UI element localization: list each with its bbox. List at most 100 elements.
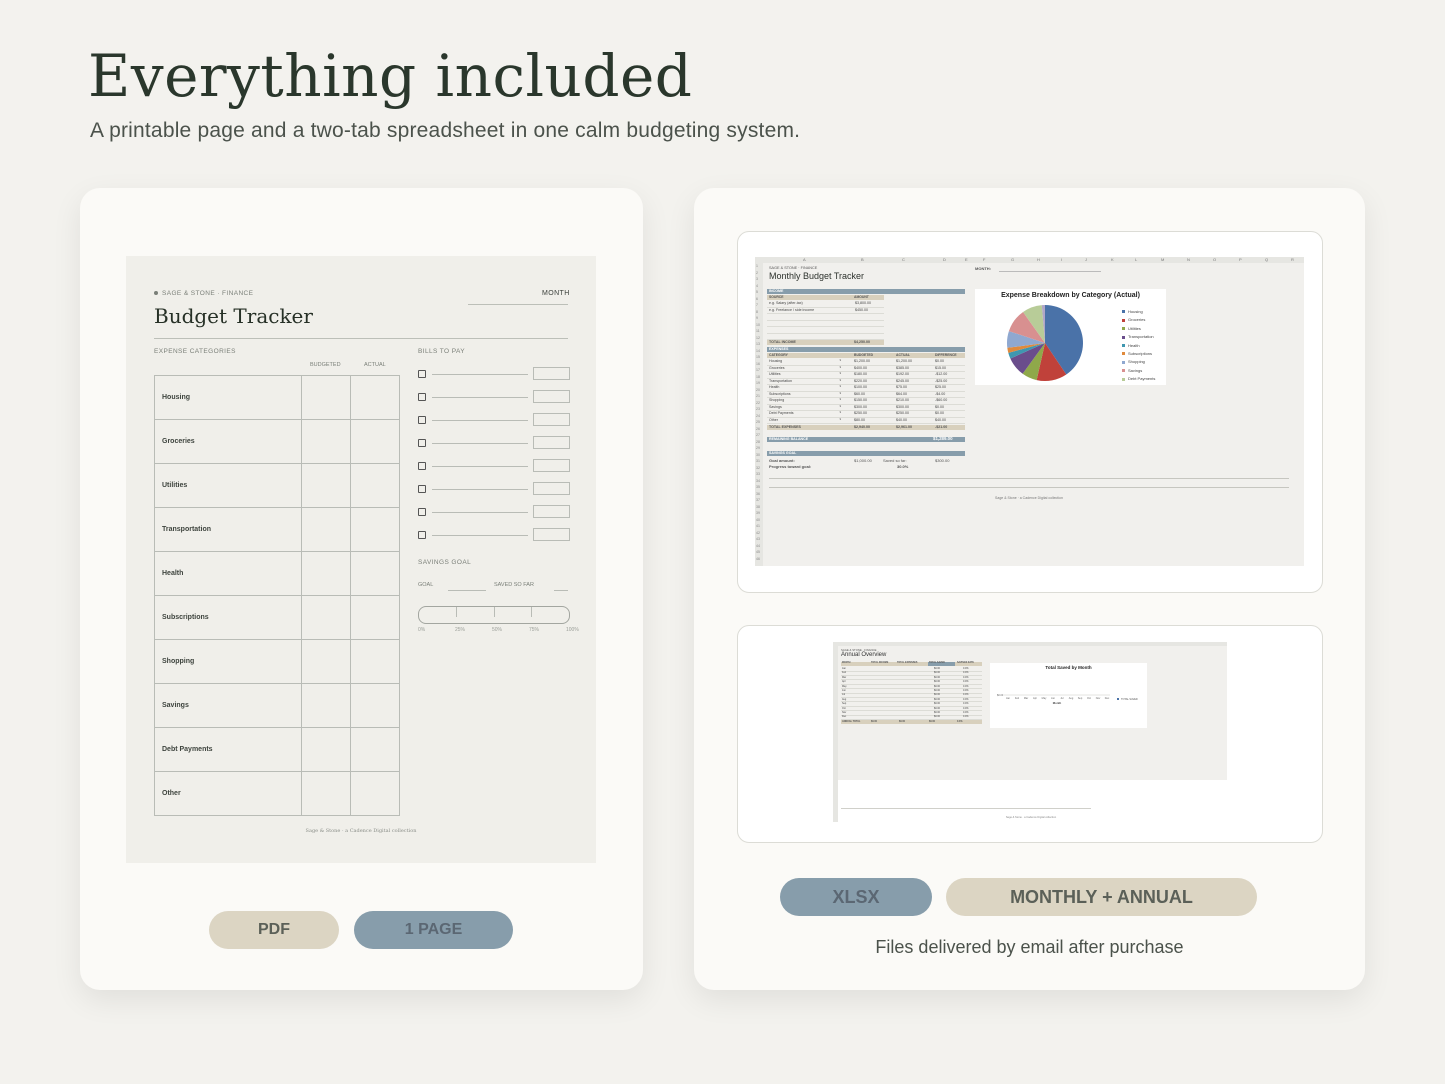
dropdown-arrow-icon[interactable]: ▼	[839, 411, 841, 414]
dropdown-arrow-icon[interactable]: ▼	[839, 392, 841, 395]
bill-amount-box[interactable]	[533, 482, 570, 495]
col-budgeted: BUDGETED	[310, 362, 341, 368]
column-letter: H	[1037, 257, 1040, 262]
bill-name-line[interactable]	[432, 512, 528, 513]
bill-amount-box[interactable]	[533, 390, 570, 403]
bill-checkbox[interactable]	[418, 370, 426, 378]
expense-category[interactable]: Utilities	[769, 372, 781, 376]
bill-name-line[interactable]	[432, 397, 528, 398]
budgeted-cell[interactable]	[301, 463, 351, 508]
expense-actual[interactable]: $300.00	[896, 405, 909, 409]
dropdown-arrow-icon[interactable]: ▼	[839, 418, 841, 421]
progress-tick-label: 100%	[566, 627, 579, 633]
expense-actual[interactable]: $192.00	[896, 372, 909, 376]
actual-cell[interactable]	[350, 595, 400, 640]
income-amount[interactable]: $450.00	[855, 308, 868, 312]
income-col-header: AMOUNT	[854, 295, 869, 299]
expense-budgeted[interactable]: $220.00	[854, 379, 867, 383]
income-amount[interactable]: $3,800.00	[855, 301, 871, 305]
annual-saved: $0.00	[934, 711, 940, 714]
budgeted-cell[interactable]	[301, 639, 351, 684]
dropdown-arrow-icon[interactable]: ▼	[839, 379, 841, 382]
bill-amount-box[interactable]	[533, 528, 570, 541]
expense-category[interactable]: Debt Payments	[769, 411, 794, 415]
budgeted-cell[interactable]	[301, 595, 351, 640]
expense-actual[interactable]: $245.00	[896, 379, 909, 383]
expense-category[interactable]: Savings	[769, 405, 782, 409]
legend-swatch	[1117, 698, 1119, 700]
expense-budgeted[interactable]: $400.00	[854, 366, 867, 370]
budgeted-cell[interactable]	[301, 683, 351, 728]
expense-actual[interactable]: $385.00	[896, 366, 909, 370]
dropdown-arrow-icon[interactable]: ▼	[839, 366, 841, 369]
expense-actual[interactable]: $40.00	[896, 418, 907, 422]
actual-cell[interactable]	[350, 551, 400, 596]
budgeted-cell[interactable]	[301, 727, 351, 772]
bill-name-line[interactable]	[432, 489, 528, 490]
expense-category[interactable]: Health	[769, 385, 779, 389]
expense-budgeted[interactable]: $100.00	[854, 385, 867, 389]
income-source[interactable]: e.g. Freelance / side income	[769, 308, 814, 312]
expense-category[interactable]: Other	[769, 418, 778, 422]
bill-checkbox[interactable]	[418, 462, 426, 470]
expense-budgeted[interactable]: $60.00	[854, 392, 865, 396]
bill-checkbox[interactable]	[418, 416, 426, 424]
x-tick-label: Feb	[1015, 697, 1020, 700]
expense-category[interactable]: Shopping	[769, 398, 784, 402]
bill-checkbox[interactable]	[418, 531, 426, 539]
expense-actual[interactable]: $250.00	[896, 411, 909, 415]
actual-cell[interactable]	[350, 419, 400, 464]
bill-checkbox[interactable]	[418, 393, 426, 401]
bill-checkbox[interactable]	[418, 508, 426, 516]
bill-name-line[interactable]	[432, 535, 528, 536]
expense-category[interactable]: Groceries	[769, 366, 785, 370]
annual-col-header: TOTAL INCOME	[871, 662, 889, 664]
expense-actual[interactable]: $210.00	[896, 398, 909, 402]
dropdown-arrow-icon[interactable]: ▼	[839, 405, 841, 408]
expense-category[interactable]: Transportation	[769, 379, 792, 383]
expense-budgeted[interactable]: $1,200.00	[854, 359, 870, 363]
bill-name-line[interactable]	[432, 443, 528, 444]
actual-cell[interactable]	[350, 463, 400, 508]
bill-amount-box[interactable]	[533, 459, 570, 472]
actual-cell[interactable]	[350, 727, 400, 772]
column-letter: M	[1161, 257, 1165, 262]
legend-label: Housing	[1128, 309, 1143, 314]
bill-name-line[interactable]	[432, 420, 528, 421]
annual-total-rate: 0.0%	[957, 720, 963, 723]
bill-amount-box[interactable]	[533, 367, 570, 380]
expense-actual[interactable]: $1,200.00	[896, 359, 912, 363]
bill-amount-box[interactable]	[533, 413, 570, 426]
bill-name-line[interactable]	[432, 466, 528, 467]
dropdown-arrow-icon[interactable]: ▼	[839, 372, 841, 375]
actual-cell[interactable]	[350, 683, 400, 728]
expense-budgeted[interactable]: $180.00	[854, 372, 867, 376]
bill-amount-box[interactable]	[533, 505, 570, 518]
actual-cell[interactable]	[350, 771, 400, 816]
budgeted-cell[interactable]	[301, 771, 351, 816]
bill-name-line[interactable]	[432, 374, 528, 375]
budgeted-cell[interactable]	[301, 375, 351, 420]
actual-cell[interactable]	[350, 507, 400, 552]
dropdown-arrow-icon[interactable]: ▼	[839, 359, 841, 362]
budgeted-cell[interactable]	[301, 419, 351, 464]
progress-tick-label: 25%	[455, 627, 466, 633]
bill-amount-box[interactable]	[533, 436, 570, 449]
expense-budgeted[interactable]: $80.00	[854, 418, 865, 422]
expense-actual[interactable]: $64.00	[896, 392, 907, 396]
expense-actual[interactable]: $75.00	[896, 385, 907, 389]
dropdown-arrow-icon[interactable]: ▼	[839, 398, 841, 401]
bill-checkbox[interactable]	[418, 439, 426, 447]
bill-checkbox[interactable]	[418, 485, 426, 493]
budgeted-cell[interactable]	[301, 551, 351, 596]
expense-budgeted[interactable]: $150.00	[854, 398, 867, 402]
expense-category[interactable]: Subscriptions	[769, 392, 791, 396]
dropdown-arrow-icon[interactable]: ▼	[839, 385, 841, 388]
expense-budgeted[interactable]: $300.00	[854, 405, 867, 409]
expense-category[interactable]: Housing	[769, 359, 782, 363]
budgeted-cell[interactable]	[301, 507, 351, 552]
actual-cell[interactable]	[350, 375, 400, 420]
expense-budgeted[interactable]: $250.00	[854, 411, 867, 415]
income-source[interactable]: e.g. Salary (after-tax)	[769, 301, 803, 305]
actual-cell[interactable]	[350, 639, 400, 684]
